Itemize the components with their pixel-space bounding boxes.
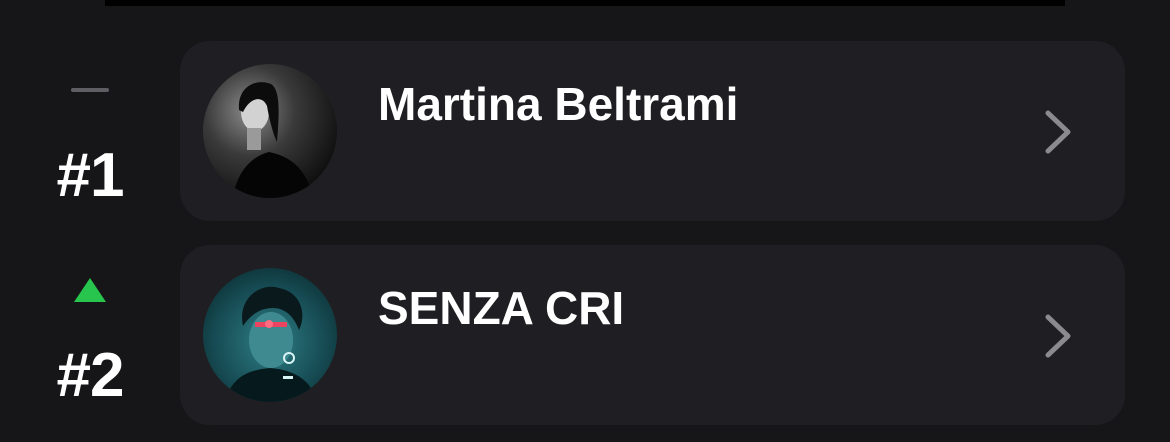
artist-photo-icon xyxy=(203,64,337,198)
artist-name: Martina Beltrami xyxy=(378,78,739,130)
artist-avatar xyxy=(203,64,337,198)
trend-no-change-icon xyxy=(71,88,109,92)
artist-card[interactable]: SENZA CRI xyxy=(180,245,1125,425)
rank-number: #2 xyxy=(56,341,125,410)
artist-avatar xyxy=(203,268,337,402)
artist-photo-icon xyxy=(203,268,337,402)
chevron-right-icon xyxy=(1045,110,1071,154)
artist-name: SENZA CRI xyxy=(378,282,625,334)
trend-up-icon xyxy=(74,278,106,302)
rank-number: #1 xyxy=(56,141,125,210)
top-divider-bar xyxy=(105,0,1065,6)
chevron-right-icon xyxy=(1045,314,1071,358)
artist-card[interactable]: Martina Beltrami xyxy=(180,41,1125,221)
